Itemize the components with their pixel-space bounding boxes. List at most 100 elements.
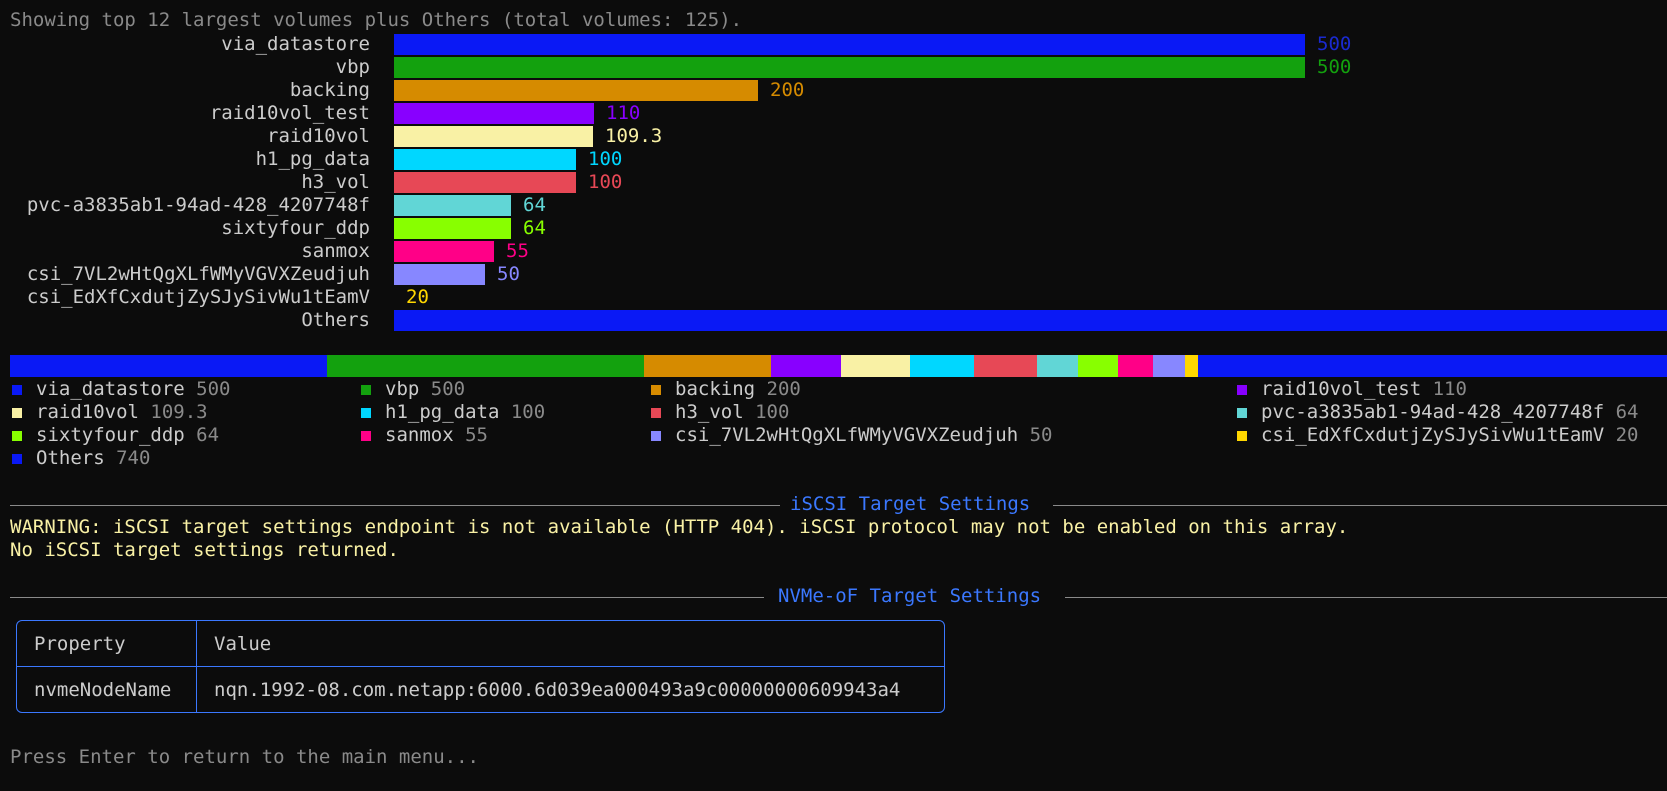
- legend-swatch: [12, 384, 22, 395]
- legend-item: csi_EdXfCxdutjZySJySivWu1tEamV 20: [1235, 424, 1639, 447]
- value-cell: nqn.1992-08.com.netapp:6000.6d039ea00049…: [214, 678, 901, 701]
- legend-swatch: [12, 453, 22, 464]
- stack-segment: [327, 355, 645, 377]
- bar-value-label: 50: [497, 263, 520, 285]
- legend-count: 100: [755, 401, 790, 423]
- legend-swatch: [651, 407, 661, 418]
- bar: [394, 149, 576, 170]
- bar-label: via_datastore: [221, 33, 370, 55]
- bar-label: raid10vol: [267, 125, 370, 147]
- legend-item: h1_pg_data 100: [359, 401, 545, 424]
- bar-label: vbp: [335, 56, 370, 78]
- legend-item: sixtyfour_ddp 64: [10, 424, 219, 447]
- legend-swatch: [361, 384, 371, 395]
- legend-count: 500: [196, 378, 231, 400]
- bar-label: backing: [289, 79, 370, 101]
- legend-name: csi_EdXfCxdutjZySJySivWu1tEamV: [1261, 424, 1616, 446]
- legend-name: sanmox: [385, 424, 466, 446]
- stack-segment: [1184, 355, 1198, 377]
- bar-value-label: 64: [523, 194, 546, 216]
- legend-item: csi_7VL2wHtQgXLfWMyVGVXZeudjuh 50: [649, 424, 1053, 447]
- stack-segment: [10, 355, 328, 377]
- bar-label: sanmox: [301, 240, 370, 262]
- nvme-section-title: NVMe-oF Target Settings: [778, 585, 1042, 607]
- bar: [394, 218, 511, 239]
- legend-name: Others: [36, 447, 117, 469]
- section-divider: [10, 505, 780, 506]
- legend-swatch: [1237, 430, 1247, 441]
- bar-value-label: 110: [606, 102, 641, 124]
- column-header-value: Value: [197, 621, 944, 667]
- table-header-row: Property Value: [17, 621, 944, 667]
- section-divider: [1065, 597, 1667, 598]
- section-divider: [10, 597, 764, 598]
- bar-label: csi_7VL2wHtQgXLfWMyVGVXZeudjuh: [26, 263, 370, 285]
- legend-swatch: [361, 407, 371, 418]
- legend-count: 64: [196, 424, 220, 446]
- bar-value-label: 100: [588, 171, 623, 193]
- legend-swatch: [361, 430, 371, 441]
- bar: [394, 172, 576, 193]
- legend-swatch: [651, 384, 661, 395]
- legend-name: pvc-a3835ab1-94ad-428_4207748f: [1261, 401, 1616, 423]
- legend-count: 110: [1432, 378, 1467, 400]
- bar-value-label: 20: [406, 286, 429, 308]
- bar: [394, 57, 1305, 78]
- bar: [394, 34, 1305, 55]
- legend-item: vbp 500: [359, 378, 465, 401]
- bar-value-label: 55: [506, 240, 529, 262]
- stack-segment: [1037, 355, 1078, 377]
- nvme-settings-table: Property Value nvmeNodeName nqn.1992-08.…: [16, 620, 945, 713]
- bar-label: csi_EdXfCxdutjZySJySivWu1tEamV: [26, 286, 370, 308]
- legend-count: 64: [1615, 401, 1639, 423]
- bar: [394, 195, 511, 216]
- legend-item: sanmox 55: [359, 424, 488, 447]
- legend-item: raid10vol 109.3: [10, 401, 208, 424]
- legend-swatch: [1237, 384, 1247, 395]
- legend-count: 20: [1615, 424, 1639, 446]
- bar-label: h1_pg_data: [255, 148, 370, 170]
- legend-count: 100: [510, 401, 546, 423]
- legend-item: raid10vol_test 110: [1235, 378, 1467, 401]
- bar: [394, 241, 494, 262]
- bar: [394, 80, 758, 101]
- iscsi-warning: WARNING: iSCSI target settings endpoint …: [10, 516, 1349, 538]
- legend-name: via_datastore: [36, 378, 197, 400]
- bar-label: raid10vol_test: [209, 102, 370, 124]
- bar-label: sixtyfour_ddp: [221, 217, 370, 239]
- legend-name: raid10vol_test: [1261, 378, 1433, 400]
- section-divider: [1053, 505, 1667, 506]
- legend-name: vbp: [385, 378, 431, 400]
- legend-count: 200: [766, 378, 801, 400]
- iscsi-section-title: iSCSI Target Settings: [790, 493, 1031, 515]
- legend-name: h1_pg_data: [385, 401, 511, 423]
- legend-swatch: [1237, 407, 1247, 418]
- stack-segment: [644, 355, 772, 377]
- bar-label: h3_vol: [301, 171, 370, 193]
- legend-item: Others 740: [10, 447, 150, 470]
- legend-name: raid10vol: [36, 401, 151, 423]
- legend-count: 55: [465, 424, 488, 446]
- legend-name: h3_vol: [675, 401, 756, 423]
- legend-item: backing 200: [649, 378, 801, 401]
- bar: [394, 103, 594, 124]
- bar: [394, 264, 485, 285]
- bar-value-label: 500: [1317, 56, 1352, 78]
- legend-swatch: [12, 407, 22, 418]
- legend-item: pvc-a3835ab1-94ad-428_4207748f 64: [1235, 401, 1639, 424]
- legend-item: h3_vol 100: [649, 401, 789, 424]
- stack-segment: [973, 355, 1038, 377]
- stack-segment: [1077, 355, 1119, 377]
- bar: [394, 310, 1667, 331]
- stack-segment: [771, 355, 841, 377]
- summary-text: Showing top 12 largest volumes plus Othe…: [10, 9, 743, 31]
- bar: [394, 126, 593, 147]
- stack-segment: [1153, 355, 1185, 377]
- bar-value-label: 100: [588, 148, 623, 170]
- return-prompt: Press Enter to return to the main menu..…: [10, 746, 479, 768]
- iscsi-note: No iSCSI target settings returned.: [10, 539, 399, 561]
- legend-swatch: [12, 430, 22, 441]
- legend-name: sixtyfour_ddp: [36, 424, 197, 446]
- legend-count: 500: [430, 378, 466, 400]
- stack-segment: [840, 355, 911, 377]
